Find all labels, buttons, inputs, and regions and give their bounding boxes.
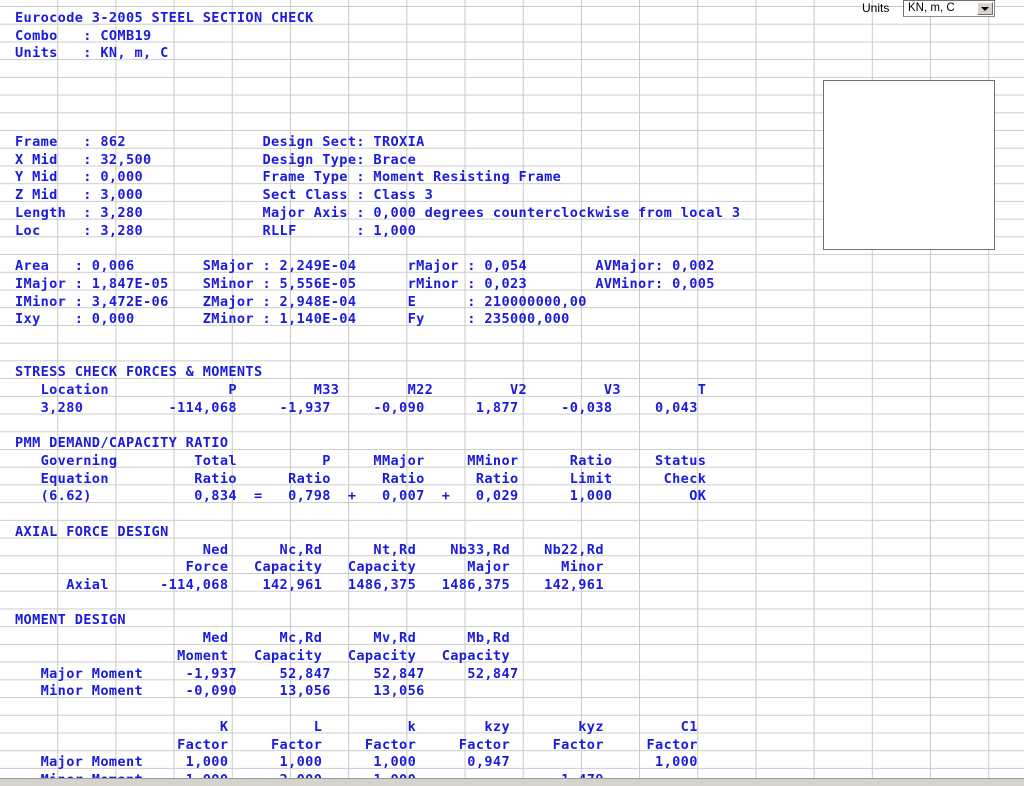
ixy-zminor-fy-line: Ixy : 0,000 ZMinor : 1,140E-04 Fy : 2350… — [15, 311, 570, 328]
ymid-frametype-line: Y Mid : 0,000 Frame Type : Moment Resist… — [15, 169, 562, 186]
steel-section-check-report-window: Eurocode 3-2005 STEEL SECTION CHECK Combo… — [0, 0, 1024, 786]
axial-force-heading: AXIAL FORCE DESIGN — [15, 523, 169, 540]
units-dropdown-value: KN, m, C — [908, 2, 955, 14]
pmm-value-row: (6.62) 0,834 = 0,798 + 0,007 + 0,029 1,0… — [15, 488, 707, 505]
chevron-down-glyph — [981, 7, 989, 11]
pmm-header-row-2: Equation Ratio Ratio Ratio Ratio Limit C… — [15, 470, 707, 487]
stress-check-heading: STRESS CHECK FORCES & MOMENTS — [15, 364, 263, 381]
bottom-status-strip — [0, 778, 1024, 786]
loc-rllf-line: Loc : 3,280 RLLF : 1,000 — [15, 222, 417, 239]
length-majoraxis-line: Length : 3,280 Major Axis : 0,000 degree… — [15, 204, 741, 221]
axial-header-row-2: Force Capacity Capacity Major Minor — [15, 559, 604, 576]
moment-major-row: Major Moment -1,937 52,847 52,847 52,847 — [15, 665, 519, 682]
units-dropdown[interactable]: KN, m, C — [903, 0, 995, 17]
zmid-sectclass-line: Z Mid : 3,000 Sect Class : Class 3 — [15, 187, 434, 204]
moment-minor-row: Minor Moment -0,090 13,056 13,056 — [15, 683, 425, 700]
moment-design-heading: MOMENT DESIGN — [15, 612, 126, 629]
iminor-zmajor-e-line: IMinor : 3,472E-06 ZMajor : 2,948E-04 E … — [15, 293, 587, 310]
units-label: Units — [862, 1, 890, 15]
pmm-header-row-1: Governing Total P MMajor MMinor Ratio St… — [15, 453, 707, 469]
units-toolbar: Units KN, m, C — [0, 0, 1024, 18]
chevron-down-icon[interactable] — [977, 2, 993, 15]
factor-major-row: Major Moment 1,000 1,000 1,000 0,947 1,0… — [15, 754, 698, 771]
pmm-ratio-heading: PMM DEMAND/CAPACITY RATIO — [15, 435, 229, 452]
factor-header-row-2: Factor Factor Factor Factor Factor Facto… — [15, 736, 698, 753]
combo-line: Combo : COMB19 — [15, 27, 152, 44]
frame-designsect-line: Frame : 862 Design Sect: TROXIA — [15, 134, 425, 151]
units-line: Units : KN, m, C — [15, 45, 169, 62]
area-smajor-rmajor-avmajor-line: Area : 0,006 SMajor : 2,249E-04 rMajor :… — [15, 258, 715, 275]
factor-header-row-1: K L k kzy kyz C1 — [15, 718, 698, 735]
section-shape-preview — [823, 80, 995, 250]
xmid-designtype-line: X Mid : 32,500 Design Type: Brace — [15, 151, 417, 168]
axial-value-row: Axial -114,068 142,961 1486,375 1486,375… — [15, 577, 604, 594]
imajor-sminor-rminor-avminor-line: IMajor : 1,847E-05 SMinor : 5,556E-05 rM… — [15, 275, 715, 292]
stress-check-value-row: 3,280 -114,068 -1,937 -0,090 1,877 -0,03… — [15, 399, 698, 416]
moment-header-row-2: Moment Capacity Capacity Capacity — [15, 647, 510, 664]
stress-check-header-row: Location P M33 M22 V2 V3 T — [15, 382, 707, 399]
axial-header-row-1: Ned Nc,Rd Nt,Rd Nb33,Rd Nb22,Rd — [15, 541, 604, 558]
moment-header-row-1: Med Mc,Rd Mv,Rd Mb,Rd — [15, 630, 510, 647]
